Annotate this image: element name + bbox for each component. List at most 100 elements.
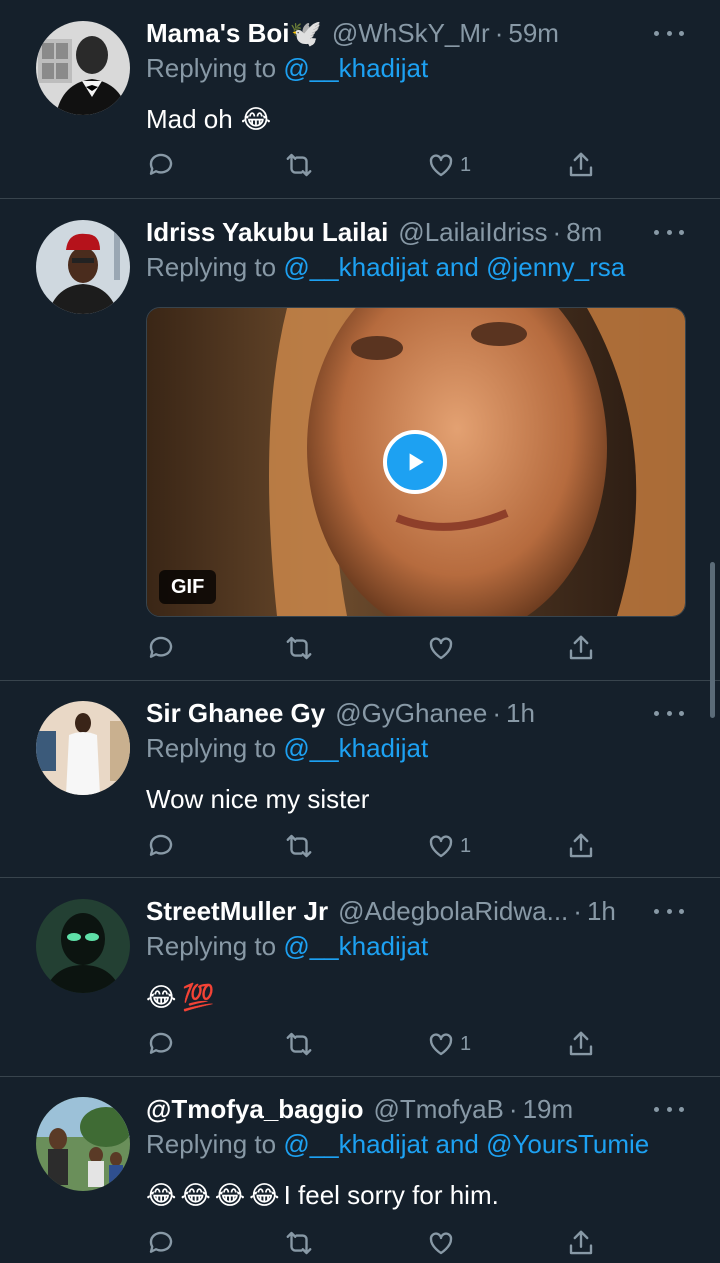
share-button[interactable] — [566, 628, 596, 668]
reply-icon — [149, 153, 173, 175]
tweet[interactable]: StreetMuller Jr @AdegbolaRidwa... · 1h R… — [0, 878, 720, 1076]
user-handle[interactable]: @TmofyaB — [373, 1094, 503, 1125]
tweet[interactable]: @Tmofya_baggio @TmofyaB · 19m Replying t… — [0, 1077, 720, 1255]
user-handle[interactable]: @WhSkY_Mr — [332, 18, 490, 49]
timestamp[interactable]: 59m — [508, 18, 559, 49]
action-bar — [146, 628, 596, 668]
tweet-text-content: I feel sorry for him. — [283, 1179, 499, 1210]
action-bar: 1 — [146, 826, 596, 866]
share-button[interactable] — [566, 1223, 596, 1263]
tweet-text: 😂 😂 😂 😂 I feel sorry for him. — [146, 1176, 499, 1214]
like-icon — [429, 154, 453, 177]
like-count: 1 — [460, 834, 472, 857]
separator-dot: · — [552, 216, 562, 247]
user-handle[interactable]: @GyGhanee — [335, 698, 487, 729]
reply-icon — [149, 834, 173, 856]
avatar[interactable] — [36, 1097, 130, 1191]
share-button[interactable] — [566, 1024, 596, 1064]
like-button[interactable]: 1 — [426, 826, 471, 866]
display-name[interactable]: StreetMuller Jr — [146, 896, 328, 927]
tweet[interactable]: Idriss Yakubu Lailai @LailaiIdriss · 8m … — [0, 199, 720, 680]
reply-button[interactable] — [146, 145, 176, 185]
mention-link[interactable]: @__khadijat — [283, 931, 428, 961]
retweet-button[interactable] — [284, 826, 314, 866]
separator-dot: · — [492, 697, 501, 728]
user-handle[interactable]: @LailaiIdriss — [398, 217, 547, 248]
like-icon — [429, 637, 453, 660]
tweet-text: 😂 💯 — [146, 978, 215, 1016]
reply-button[interactable] — [146, 826, 176, 866]
display-name[interactable]: Idriss Yakubu Lailai — [146, 217, 388, 248]
emoji-laughing: 😂 — [146, 981, 177, 1012]
avatar[interactable] — [36, 701, 130, 795]
reply-context: Replying to @__khadijat — [146, 733, 428, 764]
more-icon[interactable] — [654, 891, 684, 931]
mention-link[interactable]: @__khadijat and @jenny_rsa — [283, 252, 625, 282]
like-button[interactable]: 1 — [426, 145, 471, 185]
more-icon[interactable] — [654, 212, 684, 252]
emoji-laughing: 😂 — [146, 1179, 177, 1210]
timestamp[interactable]: 8m — [566, 217, 602, 248]
emoji-laughing: 😂 — [214, 1179, 246, 1210]
avatar[interactable] — [36, 899, 130, 993]
like-button[interactable] — [426, 628, 456, 668]
reply-icon — [149, 1032, 173, 1054]
like-button[interactable]: 1 — [426, 1024, 471, 1064]
action-bar: 1 — [146, 145, 596, 185]
tweet[interactable]: Sir Ghanee Gy @GyGhanee · 1h Replying to… — [0, 681, 720, 877]
more-icon[interactable] — [654, 13, 684, 53]
separator-dot: · — [494, 17, 504, 48]
more-icon[interactable] — [654, 693, 684, 733]
display-name[interactable]: Mama's Boi🕊️ — [146, 18, 322, 49]
retweet-button[interactable] — [284, 1223, 314, 1263]
reply-button[interactable] — [146, 1223, 176, 1263]
separator-dot: · — [508, 1093, 518, 1124]
user-handle[interactable]: @AdegbolaRidwa... — [338, 896, 568, 927]
like-count: 1 — [460, 1032, 472, 1055]
timestamp[interactable]: 1h — [587, 896, 616, 927]
share-icon — [569, 1230, 593, 1255]
emoji-laughing: 😂 — [180, 1179, 211, 1210]
timestamp[interactable]: 1h — [506, 698, 535, 729]
retweet-button[interactable] — [284, 1024, 314, 1064]
emoji-hundred: 💯 — [182, 981, 215, 1012]
share-icon — [569, 152, 593, 177]
retweet-button[interactable] — [284, 145, 314, 185]
scrollbar[interactable] — [710, 562, 715, 718]
like-icon — [429, 1033, 453, 1056]
separator-dot: · — [573, 895, 582, 926]
reply-button[interactable] — [146, 1024, 176, 1064]
emoji-laughing: 😂 — [240, 103, 272, 134]
reply-prefix: Replying to — [146, 733, 277, 763]
tweet-text-content: Wow nice my sister — [146, 783, 370, 814]
mention-link[interactable]: @__khadijat — [283, 733, 428, 763]
play-button[interactable] — [383, 430, 447, 494]
tweet-text: Wow nice my sister — [146, 780, 369, 818]
tweet-text-content: Mad oh — [146, 103, 233, 134]
more-icon[interactable] — [654, 1089, 684, 1129]
share-button[interactable] — [566, 145, 596, 185]
like-icon — [429, 1232, 453, 1255]
display-name[interactable]: Sir Ghanee Gy — [146, 698, 325, 729]
like-button[interactable] — [426, 1223, 456, 1263]
reply-context: Replying to @__khadijat — [146, 53, 428, 84]
display-name[interactable]: @Tmofya_baggio — [146, 1094, 363, 1125]
tweet[interactable]: Mama's Boi🕊️ @WhSkY_Mr · 59m Replying to… — [0, 0, 720, 198]
mention-link[interactable]: @__khadijat and @YoursTumie — [283, 1129, 649, 1159]
share-icon — [569, 1031, 593, 1056]
avatar[interactable] — [36, 21, 130, 115]
share-button[interactable] — [566, 826, 596, 866]
reply-context: Replying to @__khadijat — [146, 931, 428, 962]
gif-media[interactable]: GIF — [146, 307, 686, 617]
mention-link[interactable]: @__khadijat — [283, 53, 428, 83]
reply-icon — [149, 636, 173, 658]
reply-button[interactable] — [146, 628, 176, 668]
reply-prefix: Replying to — [146, 931, 277, 961]
gif-badge: GIF — [159, 570, 217, 604]
retweet-button[interactable] — [284, 628, 314, 668]
tweet-text: Mad oh 😂 — [146, 100, 271, 138]
reply-prefix: Replying to — [146, 252, 277, 282]
timestamp[interactable]: 19m — [523, 1094, 574, 1125]
avatar[interactable] — [36, 220, 130, 314]
retweet-icon — [286, 834, 312, 858]
